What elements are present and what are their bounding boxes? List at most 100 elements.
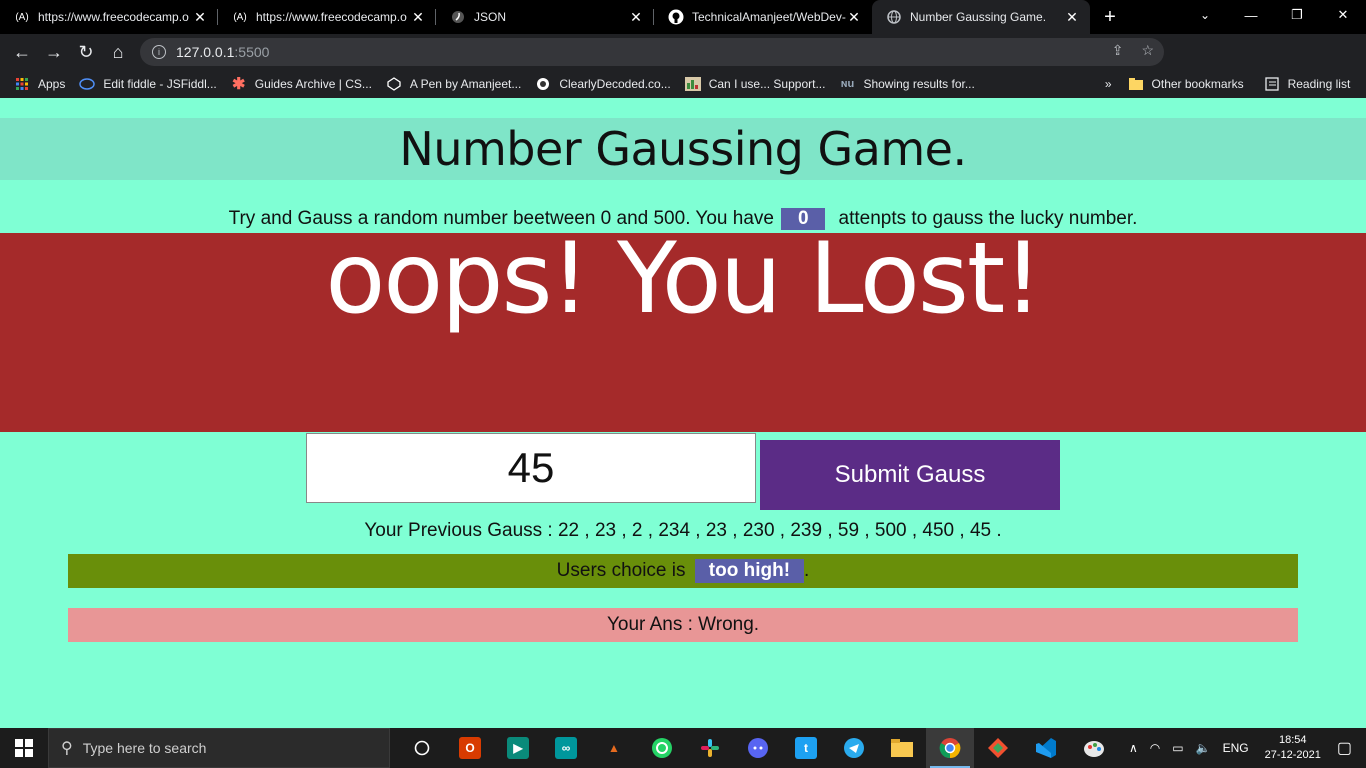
lost-banner: oops! You Lost! [0,233,1366,432]
whatsapp-icon[interactable] [638,728,686,768]
browser-tab-active[interactable]: Number Gaussing Game. ✕ [872,0,1090,34]
clock-date: 27-12-2021 [1264,749,1321,761]
bookmark-label: Apps [38,77,66,91]
bookmark-label: A Pen by Amanjeet... [409,77,522,91]
page-title: Number Gaussing Game. [399,122,967,176]
search-icon: ⚲ [61,740,73,757]
bookmark-jsfiddle[interactable]: Edit fiddle - JSFiddl... [79,76,217,92]
close-tab-icon[interactable]: ✕ [1064,9,1080,25]
bookmark-apps[interactable]: Apps [14,76,65,92]
bookmark-css-tricks[interactable]: ✱ Guides Archive | CS... [231,76,372,93]
windows-start-icon[interactable] [0,728,48,768]
chrome-icon[interactable] [926,728,974,768]
reload-icon[interactable]: ↻ [70,36,102,68]
reading-list-icon [1264,76,1280,92]
taskbar-search-input[interactable]: ⚲ Type here to search [48,728,390,768]
freecodecamp-icon: (A) [15,11,29,23]
language-indicator[interactable]: ENG [1223,741,1249,755]
more-bookmarks-label: » [1104,77,1112,91]
discord-icon[interactable] [734,728,782,768]
site-info-icon[interactable]: i [152,45,166,59]
tab-title: https://www.freecodecamp.o [256,10,407,24]
header-bar: Number Gaussing Game. [0,118,1366,180]
twitter-icon[interactable]: t [782,728,830,768]
slack-icon[interactable] [686,728,734,768]
minimize-icon[interactable]: — [1228,0,1274,30]
tab-title: JSON [474,10,507,24]
tab-title: https://www.freecodecamp.o [38,10,189,24]
bookmark-codepen[interactable]: A Pen by Amanjeet... [386,76,521,92]
new-tab-button[interactable]: + [1090,0,1130,34]
share-icon[interactable]: ⇪ [1112,42,1124,59]
answer-result-bar: Your Ans : Wrong. [68,608,1298,642]
address-bar[interactable]: i 127.0.0.1:5500 ⇪ ☆ [140,38,1164,66]
instruction-before: Try and Gauss a random number beetween 0… [228,208,774,229]
notifications-icon[interactable]: ▢ [1337,738,1352,758]
game-page: Number Gaussing Game. Try and Gauss a ra… [0,102,1366,728]
office-icon[interactable]: O [446,728,494,768]
file-explorer-icon[interactable] [878,728,926,768]
asterisk-icon: ✱ [232,76,246,93]
previous-guesses: Your Previous Gauss : 22 , 23 , 2 , 234 … [364,520,1002,541]
bookmark-label: ClearlyDecoded.co... [559,77,671,91]
battery-icon[interactable]: ▭ [1172,741,1183,755]
windows-taskbar: ⚲ Type here to search O ▶ ∞ ▲ t ∧ ◠ ▭ 🔈 … [0,728,1366,768]
browser-tab[interactable]: (A) https://www.freecodecamp.o ✕ [0,0,218,34]
close-tab-icon[interactable]: ✕ [846,9,862,25]
browser-tab[interactable]: TechnicalAmanjeet/WebDev- ✕ [654,0,872,34]
telegram-icon[interactable] [830,728,878,768]
github-icon [668,9,684,25]
bookmark-search-results[interactable]: ɴu Showing results for... [839,76,975,92]
bookmark-other[interactable]: Other bookmarks [1128,76,1244,92]
filmora-icon[interactable]: ▶ [494,728,542,768]
attempts-remaining-badge: 0 [781,208,826,230]
window-controls: — ❐ ✕ [1228,0,1366,34]
codepen-icon [386,76,402,92]
browser-tab-strip: (A) https://www.freecodecamp.o ✕ (A) htt… [0,0,1366,34]
bookmark-label: Guides Archive | CS... [254,77,372,91]
instruction-text: Try and Gauss a random number beetween 0… [0,208,1366,230]
nu-icon: ɴu [840,78,855,90]
back-icon[interactable]: ← [6,36,38,68]
show-hidden-icons[interactable]: ∧ [1129,741,1138,755]
git-gui-icon[interactable] [974,728,1022,768]
bookmark-label: Showing results for... [863,77,975,91]
bookmark-label: Can I use... Support... [708,77,826,91]
more-bookmarks-icon[interactable]: » [1105,77,1112,91]
freecodecamp-icon: (A) [233,11,247,23]
arduino-icon[interactable]: ∞ [542,728,590,768]
guess-input[interactable]: 45 [306,433,756,503]
browser-tab[interactable]: JSON ✕ [436,0,654,34]
url-port: :5500 [234,44,270,60]
close-tab-icon[interactable]: ✕ [410,9,426,25]
wifi-icon[interactable]: ◠ [1150,741,1160,755]
bookmark-star-icon[interactable]: ☆ [1141,42,1154,59]
submit-guess-button[interactable]: Submit Gauss [760,440,1060,510]
browser-tab[interactable]: (A) https://www.freecodecamp.o ✕ [218,0,436,34]
paint-icon[interactable] [1070,728,1118,768]
matlab-icon[interactable]: ▲ [590,728,638,768]
choice-result-badge: too high! [694,559,805,583]
window-close-icon[interactable]: ✕ [1320,0,1366,30]
bookmark-label: Edit fiddle - JSFiddl... [103,77,217,91]
browser-toolbar: ← → ↻ ⌂ i 127.0.0.1:5500 ⇪ ☆ + [0,34,1366,96]
taskbar-clock[interactable]: 18:54 27-12-2021 [1265,733,1321,763]
restore-icon[interactable]: ❐ [1274,0,1320,30]
close-tab-icon[interactable]: ✕ [192,9,208,25]
volume-icon[interactable]: 🔈 [1196,741,1211,755]
task-view-icon[interactable] [398,728,446,768]
vscode-icon[interactable] [1022,728,1070,768]
choice-suffix: . [804,560,810,581]
lost-message: oops! You Lost! [325,233,1042,336]
reading-list[interactable]: Reading list [1264,76,1350,92]
bookmark-caniuse[interactable]: Can I use... Support... [684,76,826,92]
clock-time: 18:54 [1278,734,1307,746]
clearlydecoded-icon [535,76,551,92]
apps-grid-icon [14,76,30,92]
bookmark-clearlydecoded[interactable]: ClearlyDecoded.co... [535,76,671,92]
forward-icon[interactable]: → [38,36,70,68]
tab-search-icon[interactable]: ⌄ [1190,0,1220,30]
home-icon[interactable]: ⌂ [102,36,134,68]
instruction-after: attenpts to gauss the lucky number. [838,208,1138,229]
close-tab-icon[interactable]: ✕ [628,9,644,25]
